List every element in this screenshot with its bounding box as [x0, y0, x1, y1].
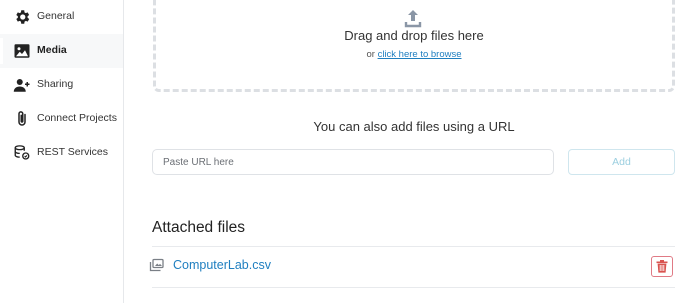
url-input[interactable] — [152, 149, 554, 175]
sidebar: General Media Sharing Connect Projects R… — [0, 0, 124, 303]
sidebar-item-connect-projects[interactable]: Connect Projects — [0, 102, 123, 136]
sidebar-item-label: REST Services — [37, 146, 108, 158]
or-text: or — [366, 49, 375, 60]
sidebar-item-media[interactable]: Media — [0, 34, 123, 68]
browse-line: or click here to browse — [153, 49, 675, 60]
upload-icon — [403, 8, 423, 28]
sidebar-item-general[interactable]: General — [0, 0, 123, 34]
divider — [152, 246, 675, 247]
sidebar-item-label: General — [37, 10, 75, 22]
sidebar-item-label: Connect Projects — [37, 112, 117, 124]
divider — [152, 287, 675, 288]
gear-icon — [13, 8, 31, 26]
sidebar-item-label: Sharing — [37, 78, 74, 90]
attached-files-heading: Attached files — [152, 219, 246, 236]
sidebar-item-rest-services[interactable]: REST Services — [0, 136, 123, 170]
url-section-heading: You can also add files using a URL — [313, 119, 515, 134]
sidebar-item-sharing[interactable]: Sharing — [0, 68, 123, 102]
browse-link[interactable]: click here to browse — [378, 49, 462, 60]
add-user-icon — [13, 76, 31, 94]
file-link[interactable]: ComputerLab.csv — [173, 258, 271, 272]
drag-drop-text: Drag and drop files here — [344, 28, 484, 43]
rest-services-icon — [13, 144, 31, 162]
delete-file-button[interactable] — [651, 256, 673, 277]
file-icon — [149, 258, 165, 272]
sidebar-item-label: Media — [37, 44, 67, 56]
image-icon — [13, 42, 31, 60]
add-url-button[interactable]: Add — [568, 149, 675, 175]
paperclip-icon — [13, 110, 31, 128]
